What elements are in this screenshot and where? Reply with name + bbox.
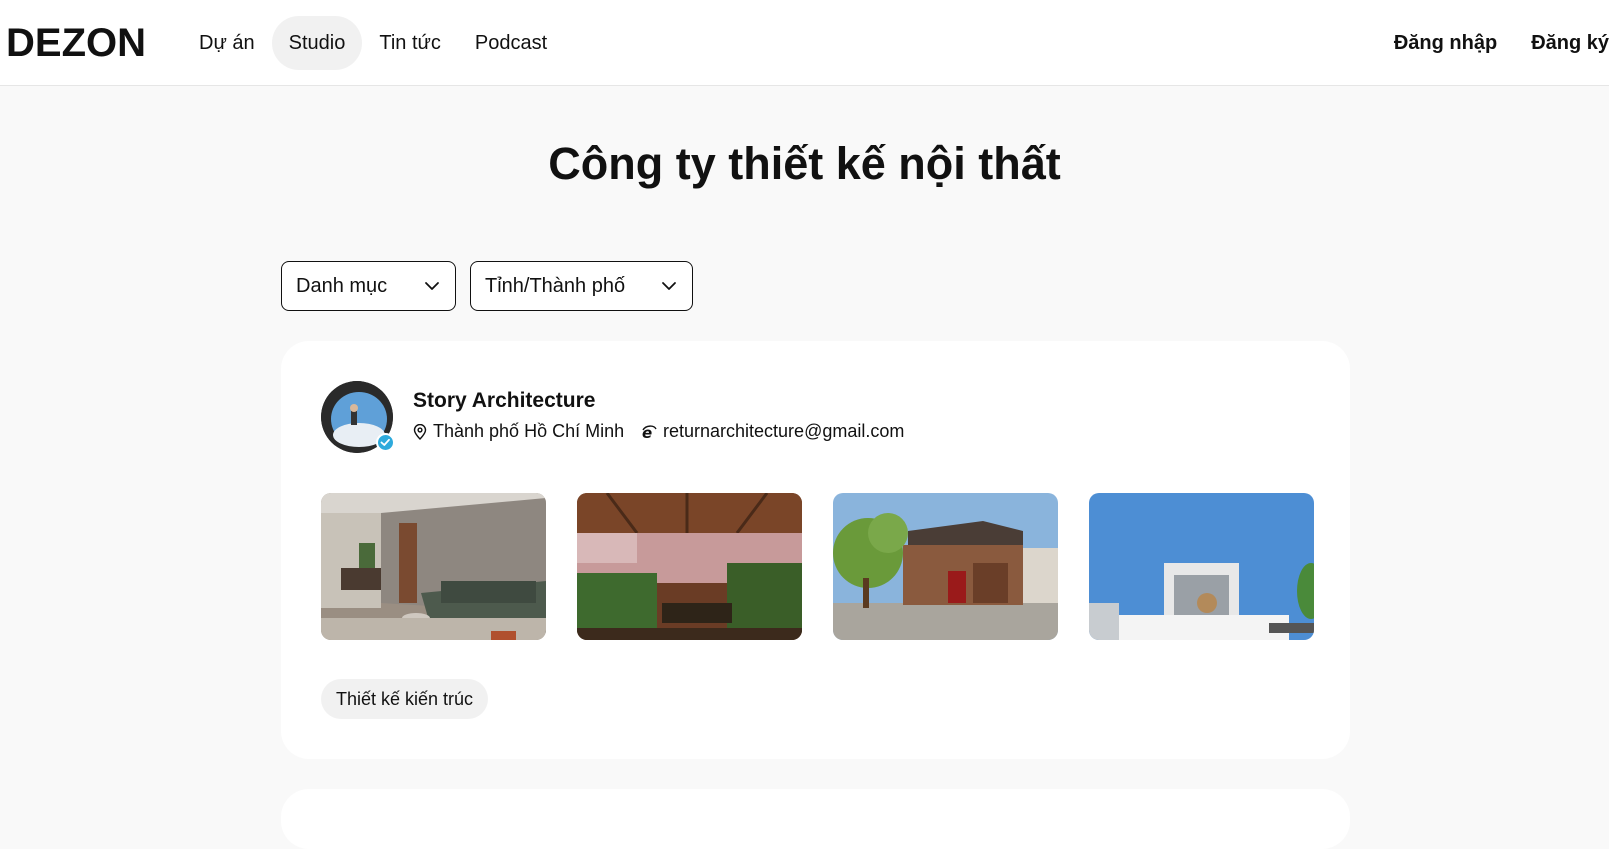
- project-thumbnail[interactable]: [1089, 493, 1314, 640]
- dezon-logo[interactable]: DEZON: [6, 22, 146, 64]
- project-thumbnail[interactable]: [833, 493, 1058, 640]
- studio-card[interactable]: Story Architecture Thành phố Hồ Chí Minh…: [281, 341, 1350, 759]
- verified-check-icon: [376, 433, 395, 452]
- city-dropdown[interactable]: Tỉnh/Thành phố: [470, 261, 693, 311]
- auth-links: Đăng nhập Đăng ký: [1360, 16, 1609, 70]
- project-thumbnail[interactable]: [321, 493, 546, 640]
- chevron-down-icon: [662, 282, 676, 290]
- map-pin-icon: [413, 423, 427, 440]
- email-icon: e: [642, 424, 657, 440]
- nav-podcast[interactable]: Podcast: [458, 16, 564, 70]
- register-link[interactable]: Đăng ký: [1531, 32, 1609, 55]
- main-nav: Dự án Studio Tin tức Podcast: [182, 16, 564, 70]
- category-dropdown[interactable]: Danh mục: [281, 261, 456, 311]
- modern-building-image: [1089, 493, 1314, 640]
- category-tag[interactable]: Thiết kế kiến trúc: [321, 679, 489, 719]
- chevron-down-icon: [425, 282, 439, 290]
- category-dropdown-label: Danh mục: [296, 274, 388, 297]
- studio-location: Thành phố Hồ Chí Minh: [413, 421, 624, 442]
- nav-tin-tuc[interactable]: Tin tức: [362, 16, 458, 70]
- studio-email[interactable]: e returnarchitecture@gmail.com: [641, 421, 904, 442]
- login-link[interactable]: Đăng nhập: [1394, 32, 1497, 55]
- email-text[interactable]: returnarchitecture@gmail.com: [663, 421, 904, 442]
- nav-du-an[interactable]: Dự án: [182, 16, 272, 70]
- house-facade-image: [833, 493, 1058, 640]
- page-title: Công ty thiết kế nội thất: [548, 138, 1061, 189]
- studio-name[interactable]: Story Architecture: [413, 389, 595, 413]
- studio-card-next[interactable]: [281, 789, 1350, 849]
- top-header: DEZON Dự án Studio Tin tức Podcast Đăng …: [0, 0, 1609, 86]
- nav-studio[interactable]: Studio: [271, 16, 363, 70]
- terrace-garden-image: [577, 493, 802, 640]
- interior-living-room-image: [321, 493, 546, 640]
- location-text: Thành phố Hồ Chí Minh: [433, 421, 625, 441]
- project-thumbnail[interactable]: [577, 493, 802, 640]
- city-dropdown-label: Tỉnh/Thành phố: [485, 274, 626, 297]
